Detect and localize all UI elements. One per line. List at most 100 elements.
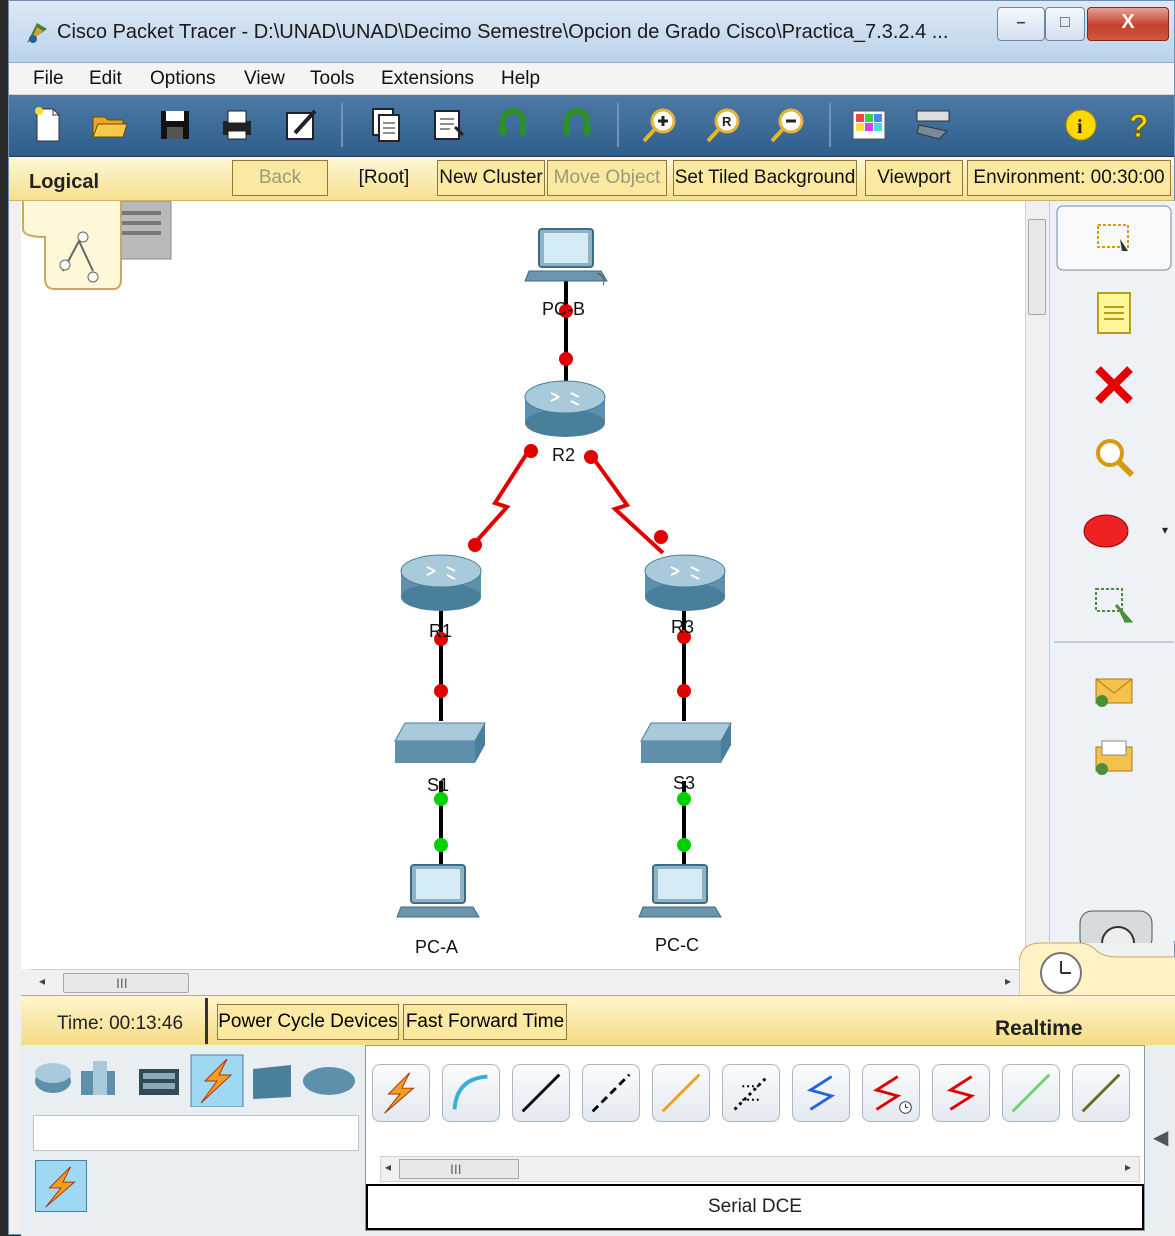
- logical-workspace-canvas[interactable]: PC-B R2 R1 R3 S1 S3 PC-A PC-C: [21, 201, 1025, 969]
- print-icon[interactable]: [217, 105, 257, 145]
- info-icon[interactable]: i: [1061, 105, 1101, 145]
- iot-custom-cable-icon[interactable]: [1072, 1064, 1130, 1122]
- menu-help[interactable]: Help: [501, 68, 540, 90]
- menu-view[interactable]: View: [244, 68, 285, 90]
- pc-c-device[interactable]: [638, 864, 722, 918]
- add-simple-pdu-icon[interactable]: [1090, 667, 1138, 715]
- power-cycle-devices-button[interactable]: Power Cycle Devices: [217, 1004, 399, 1040]
- palette-icon[interactable]: [849, 105, 889, 145]
- draw-ellipse-icon[interactable]: [1080, 507, 1140, 555]
- workspace-vertical-scrollbar[interactable]: [1025, 201, 1047, 969]
- scroll-left-arrow-icon[interactable]: ◂: [39, 974, 45, 988]
- multiuser-category-icon[interactable]: [253, 1065, 291, 1099]
- common-tools-palette: ▾: [1049, 201, 1175, 943]
- device-label-r1: R1: [429, 621, 452, 641]
- shape-dropdown-icon[interactable]: ▾: [1162, 523, 1168, 537]
- routers-category-icon[interactable]: [35, 1063, 71, 1093]
- vertical-scroll-thumb[interactable]: [1028, 219, 1046, 315]
- end-devices-category-icon[interactable]: [139, 1069, 179, 1095]
- logical-workspace-bar: Logical Back [Root] New Cluster Move Obj…: [9, 157, 1174, 201]
- copper-straight-through-icon[interactable]: [512, 1064, 570, 1122]
- octal-cable-icon[interactable]: [1002, 1064, 1060, 1122]
- custom-devices-icon[interactable]: [913, 105, 953, 145]
- resize-shape-icon[interactable]: [1090, 581, 1138, 629]
- logical-physical-tab[interactable]: [22, 201, 172, 290]
- new-file-icon[interactable]: [27, 105, 67, 145]
- minimize-button[interactable]: –: [997, 7, 1045, 41]
- menu-file[interactable]: File: [33, 68, 64, 90]
- title-bar[interactable]: Cisco Packet Tracer - D:\UNAD\UNAD\Decim…: [9, 1, 1174, 63]
- open-folder-icon[interactable]: [89, 105, 129, 145]
- inspect-icon[interactable]: [1090, 433, 1138, 481]
- workspace-horizontal-scrollbar[interactable]: ◂ III ▸: [31, 969, 1027, 995]
- switches-category-icon[interactable]: [81, 1061, 115, 1095]
- pc-b-device[interactable]: [524, 228, 608, 286]
- undo-icon[interactable]: [493, 105, 533, 145]
- switch-s1-device[interactable]: [394, 722, 486, 763]
- device-selection-panel: ◂ III ▸ Serial DCE ◀: [21, 1045, 1175, 1236]
- menu-options[interactable]: Options: [150, 68, 215, 90]
- save-icon[interactable]: [155, 105, 195, 145]
- viewport-button[interactable]: Viewport: [865, 160, 963, 196]
- phone-cable-icon[interactable]: [722, 1064, 780, 1122]
- zoom-reset-icon[interactable]: R: [703, 105, 743, 145]
- new-cluster-button[interactable]: New Cluster: [437, 160, 545, 196]
- add-complex-pdu-icon[interactable]: [1090, 735, 1138, 783]
- menu-extensions[interactable]: Extensions: [381, 68, 474, 90]
- coaxial-cable-icon[interactable]: [792, 1064, 850, 1122]
- console-cable-icon[interactable]: [442, 1064, 500, 1122]
- environment-button[interactable]: Environment: 00:30:00: [967, 160, 1171, 196]
- menu-tools[interactable]: Tools: [310, 68, 354, 90]
- switch-s3-device[interactable]: [640, 722, 732, 763]
- scroll-right-arrow-icon[interactable]: ▸: [1125, 1160, 1131, 1174]
- connection-types-scrollbar[interactable]: ◂ III ▸: [380, 1156, 1140, 1182]
- maximize-button[interactable]: □: [1045, 7, 1085, 41]
- automatic-connection-icon[interactable]: [372, 1064, 430, 1122]
- menu-edit[interactable]: Edit: [89, 68, 122, 90]
- router-r2-device[interactable]: [524, 380, 606, 437]
- activity-wizard-icon[interactable]: [281, 105, 321, 145]
- delete-icon[interactable]: [1090, 361, 1138, 409]
- serial-dce-icon[interactable]: [862, 1064, 920, 1122]
- device-category-strip: [35, 1054, 355, 1107]
- device-search-field[interactable]: [33, 1115, 359, 1151]
- select-tool-icon[interactable]: [1056, 205, 1172, 271]
- serial-link-r2-r1[interactable]: [471, 445, 533, 547]
- help-icon[interactable]: ?: [1121, 105, 1161, 145]
- realtime-tab[interactable]: [1019, 937, 1175, 999]
- time-bar-separator: [205, 998, 208, 1044]
- horizontal-scroll-thumb[interactable]: III: [63, 973, 189, 993]
- router-r1-device[interactable]: [400, 554, 482, 611]
- close-button[interactable]: X: [1087, 7, 1169, 41]
- root-button[interactable]: [Root]: [337, 160, 431, 196]
- pc-a-device[interactable]: [396, 864, 480, 918]
- scroll-grip-icon: III: [116, 975, 128, 991]
- close-icon: X: [1121, 11, 1135, 33]
- scroll-right-arrow-icon[interactable]: ▸: [1005, 974, 1011, 988]
- wan-emulation-category-icon[interactable]: [303, 1067, 355, 1095]
- topology-diagram: PC-B R2 R1 R3 S1 S3 PC-A PC-C: [22, 201, 732, 957]
- connection-scroll-thumb[interactable]: III: [399, 1159, 519, 1179]
- connections-category-icon[interactable]: [190, 1054, 244, 1107]
- fiber-icon[interactable]: [652, 1064, 710, 1122]
- selected-connection-type-icon[interactable]: [35, 1160, 87, 1212]
- serial-dte-icon[interactable]: [932, 1064, 990, 1122]
- minimize-icon: –: [1016, 14, 1026, 31]
- place-note-icon[interactable]: [1090, 289, 1138, 337]
- device-label-pc-b: PC-B: [542, 299, 585, 319]
- set-tiled-background-button[interactable]: Set Tiled Background: [673, 160, 857, 196]
- zoom-in-icon[interactable]: [639, 105, 679, 145]
- paste-icon[interactable]: [429, 105, 469, 145]
- router-r3-device[interactable]: [644, 554, 726, 611]
- copy-icon[interactable]: [365, 105, 405, 145]
- back-button[interactable]: Back: [232, 160, 328, 196]
- copper-cross-over-icon[interactable]: [582, 1064, 640, 1122]
- scroll-left-arrow-icon[interactable]: ◂: [385, 1160, 391, 1174]
- serial-link-r2-r3[interactable]: [589, 453, 665, 555]
- move-object-button[interactable]: Move Object: [547, 160, 667, 196]
- redo-icon[interactable]: [557, 105, 597, 145]
- panel-collapse-arrow-icon[interactable]: ◀: [1153, 1125, 1168, 1150]
- svg-text:?: ?: [1129, 108, 1149, 144]
- zoom-out-icon[interactable]: [767, 105, 807, 145]
- fast-forward-time-button[interactable]: Fast Forward Time: [403, 1004, 567, 1040]
